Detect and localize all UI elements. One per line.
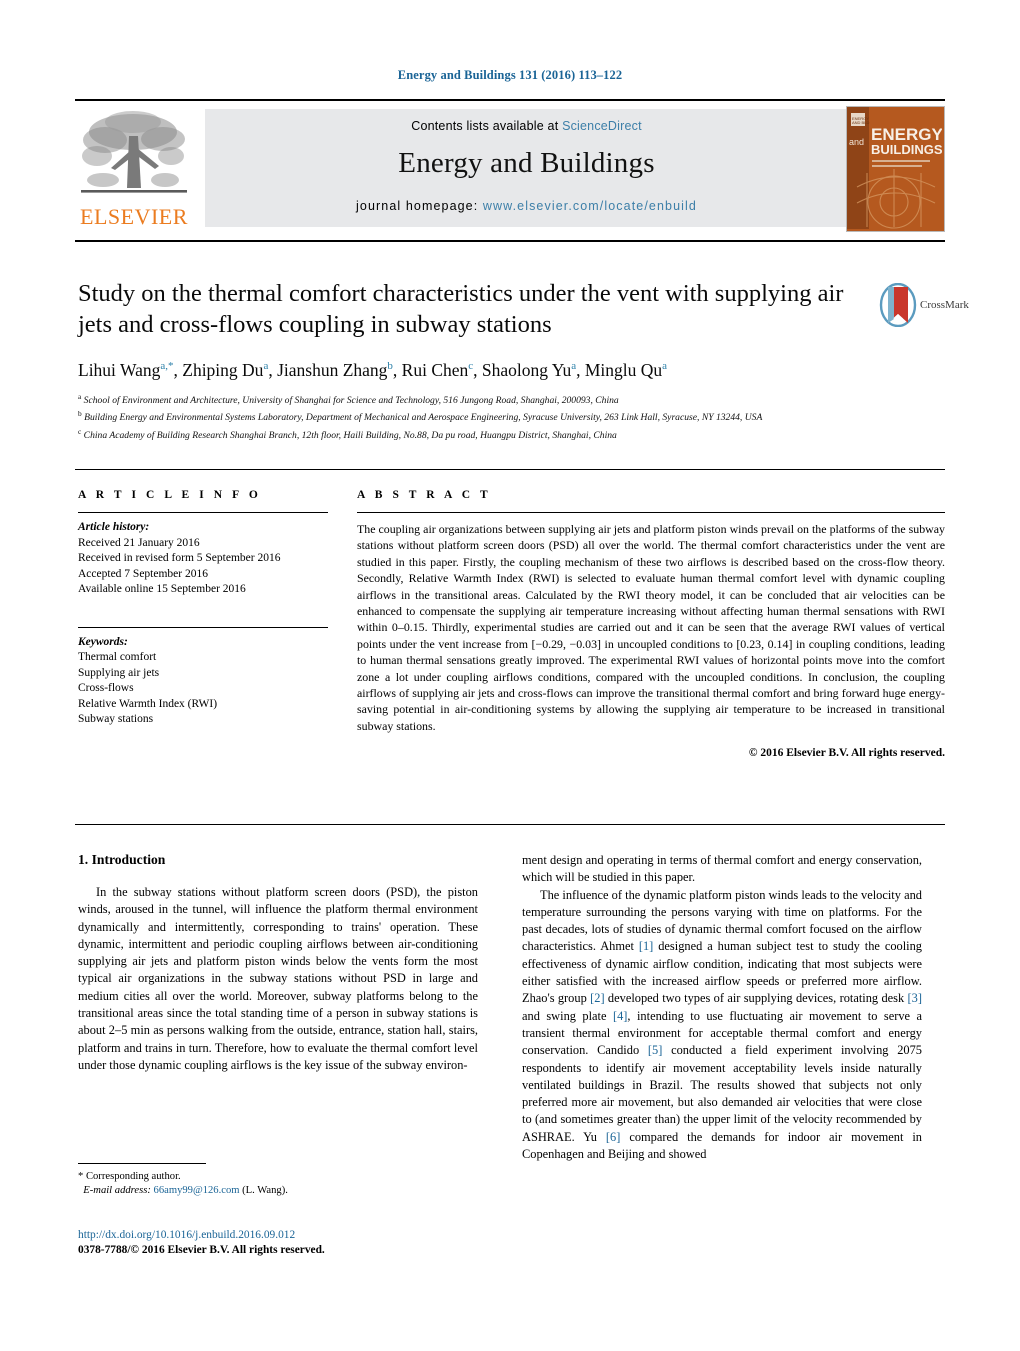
paper-title: Study on the thermal comfort characteris… [78,280,844,338]
history-revised: Received in revised form 5 September 201… [78,552,281,564]
history-online: Available online 15 September 2016 [78,583,246,595]
body-column-right: ment design and operating in terms of th… [522,852,922,1163]
masthead-bottom-rule [75,240,945,242]
section-heading-introduction: 1. Introduction [78,852,166,867]
info-zone-bottom-rule [75,824,945,825]
paper-page: Energy and Buildings 131 (2016) 113–122 [0,0,1020,1351]
history-received: Received 21 January 2016 [78,536,200,549]
keyword-item: Thermal comfort [78,651,157,663]
crossmark-label: CrossMark [920,299,969,311]
running-head: Energy and Buildings 131 (2016) 113–122 [397,68,623,82]
issn-copyright-line: 0378-7788/© 2016 Elsevier B.V. All right… [78,1244,325,1256]
svg-text:BUILDINGS: BUILDINGS [871,142,942,157]
author-list: Lihui Wanga,*, Zhiping Dua, Jianshun Zha… [78,359,668,380]
affiliation-a: a School of Environment and Architecture… [78,392,619,407]
body-column-left: 1. Introduction In the subway stations w… [78,852,478,1074]
abstract-text: The coupling air organizations between s… [357,522,945,733]
contents-available-line: Contents lists available at ScienceDirec… [205,119,848,133]
contents-prefix: Contents lists available at [411,119,559,133]
article-info-rule [78,512,328,513]
corresponding-email-link[interactable]: 66amy99@126.com [154,1185,240,1196]
abstract-copyright: © 2016 Elsevier B.V. All rights reserved… [748,747,945,760]
abstract-heading: A B S T R A C T [357,489,492,501]
history-accepted: Accepted 7 September 2016 [78,567,208,580]
email-label: E-mail address: [83,1184,151,1196]
footnote-rule [78,1163,206,1164]
journal-cover-thumbnail: ENERGY AND BLD and ENERGY BUILDINGS [846,106,945,232]
keyword-item: Subway stations [78,713,154,725]
article-info-column: A R T I C L E I N F O Article history: R… [78,489,328,728]
keyword-item: Relative Warmth Index (RWI) [78,697,218,710]
svg-text:and: and [849,137,864,147]
affiliation-c: c China Academy of Building Research Sha… [78,426,617,442]
doi-link[interactable]: http://dx.doi.org/10.1016/j.enbuild.2016… [78,1228,508,1243]
journal-homepage-line: journal homepage: www.elsevier.com/locat… [205,199,848,213]
journal-homepage-link[interactable]: www.elsevier.com/locate/enbuild [483,199,697,213]
elsevier-wordmark: ELSEVIER [80,204,188,229]
article-info-heading: A R T I C L E I N F O [78,489,262,501]
email-owner: (L. Wang). [242,1184,288,1196]
contents-band: Contents lists available at ScienceDirec… [205,109,848,227]
sciencedirect-link[interactable]: ScienceDirect [562,119,642,133]
article-history-label: Article history: [78,521,150,533]
keyword-item: Cross-flows [78,682,134,694]
intro-paragraph-2: The influence of the dynamic platform pi… [522,887,922,1162]
abstract-rule [357,512,945,513]
journal-masthead: ELSEVIER Contents lists available at Sci… [75,106,945,232]
info-zone-top-rule [75,469,945,470]
abstract-column: A B S T R A C T The coupling air organiz… [357,489,945,759]
intro-paragraph-1-continued: ment design and operating in terms of th… [522,853,922,885]
affiliation-b: b Building Energy and Environmental Syst… [78,409,763,424]
keyword-item: Supplying air jets [78,666,160,679]
homepage-prefix: journal homepage: [356,199,479,213]
affiliations: a School of Environment and Architecture… [78,390,938,442]
email-line: E-mail address: 66amy99@126.com (L. Wang… [78,1184,478,1198]
keywords-label: Keywords: [78,635,128,648]
corresponding-author-note: * Corresponding author. [78,1171,181,1182]
footer-doi-block: http://dx.doi.org/10.1016/j.enbuild.2016… [78,1228,508,1258]
intro-paragraph-1: In the subway stations without platform … [78,885,478,1072]
footnote-block: * Corresponding author. E-mail address: … [78,1170,478,1197]
crossmark-badge[interactable]: CrossMark [878,282,969,333]
keywords-rule [78,626,328,628]
elsevier-logo: ELSEVIER [75,106,193,230]
journal-title: Energy and Buildings [398,147,655,179]
masthead-top-rule [75,99,945,101]
svg-text:AND BLD: AND BLD [852,120,869,125]
title-block: Study on the thermal comfort characteris… [78,278,868,381]
